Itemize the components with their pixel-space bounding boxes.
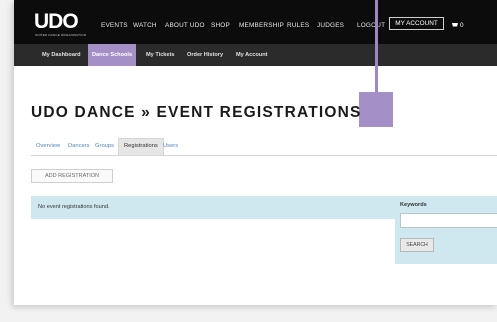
subnav-item-order-history[interactable]: Order History [183,44,227,66]
logo-tagline: UNITED DANCE ORGANISATION [35,33,87,37]
page: UDO UNITED DANCE ORGANISATION EVENTS WAT… [14,0,497,305]
tab-registrations[interactable]: Registrations [118,138,164,155]
nav-item-events[interactable]: EVENTS [101,22,128,29]
subnav-item-my-tickets[interactable]: My Tickets [142,44,179,66]
nav-item-about-udo[interactable]: ABOUT UDO [165,22,205,29]
decorative-marker-line [375,0,378,95]
nav-item-judges[interactable]: JUDGES [317,22,344,29]
nav-item-membership[interactable]: MEMBERSHIP [239,22,284,29]
subnav-item-dance-schools[interactable]: Dance Schools [88,44,137,66]
top-navigation-bar: UDO UNITED DANCE ORGANISATION EVENTS WAT… [14,0,497,44]
search-button[interactable]: SEARCH [400,238,434,252]
nav-item-shop[interactable]: SHOP [211,22,230,29]
cart-link[interactable]: 0 [452,22,464,29]
nav-item-rules[interactable]: RULES [287,22,309,29]
secondary-navigation-bar: My Dashboard Dance Schools My Tickets Or… [14,44,497,66]
keywords-label: Keywords [400,202,427,208]
logout-link[interactable]: LOGOUT [357,22,385,29]
nav-item-watch[interactable]: WATCH [133,22,157,29]
my-account-button[interactable]: MY ACCOUNT [389,17,444,30]
my-account-label: MY ACCOUNT [395,20,438,27]
udo-logo[interactable]: UDO UNITED DANCE ORGANISATION [34,11,86,37]
logo-text: UDO [34,10,79,33]
tab-users[interactable]: Users [158,138,183,155]
add-registration-label: ADD REGISTRATION [45,173,99,179]
cart-count: 0 [460,22,464,29]
page-title: UDO DANCE » EVENT REGISTRATIONS [31,104,362,121]
cart-icon [452,23,458,27]
search-panel: Keywords SEARCH [395,196,497,264]
search-button-label: SEARCH [406,242,428,248]
tab-groups[interactable]: Groups [90,138,119,155]
subnav-item-my-account[interactable]: My Account [232,44,272,66]
empty-results-notice: No event registrations found. [31,196,396,219]
add-registration-button[interactable]: ADD REGISTRATION [31,169,113,183]
subnav-item-my-dashboard[interactable]: My Dashboard [38,44,85,66]
decorative-marker-block [359,92,393,127]
tab-overview[interactable]: Overview [31,138,65,155]
notice-text: No event registrations found. [38,204,110,210]
keywords-input[interactable] [400,213,497,228]
section-tabs: Overview Dancers Groups Registrations Us… [31,138,497,156]
